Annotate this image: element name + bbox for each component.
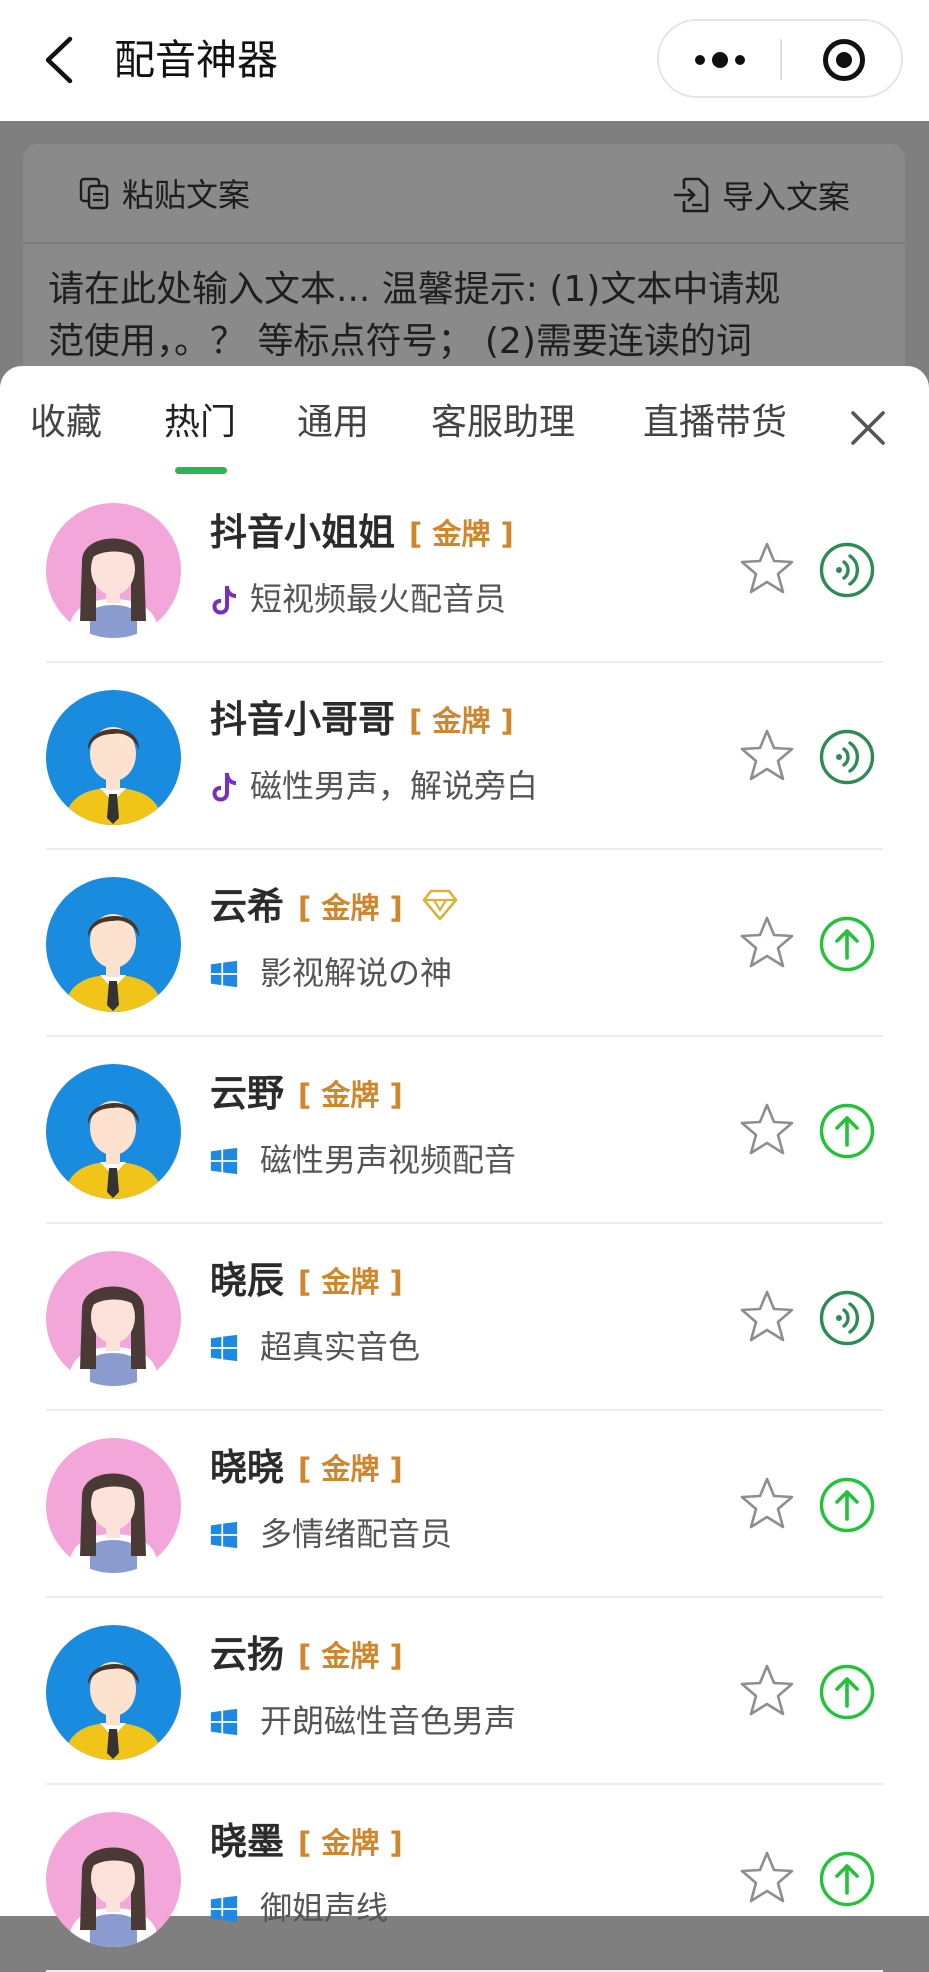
voice-name: 抖音小姐姐 [210, 511, 395, 554]
gold-badge: [ 金牌 ] [298, 1826, 403, 1860]
paste-text-button[interactable]: 粘贴文案 [78, 166, 250, 220]
female-avatar [46, 1812, 181, 1947]
star-icon[interactable] [738, 1475, 796, 1533]
play-sound-icon[interactable] [819, 1290, 875, 1346]
text-input-area[interactable]: 请在此处输入文本... 温馨提示: (1)文本中请规 范使用，。？ 等标点符号；… [48, 264, 888, 368]
page-title: 配音神器 [114, 36, 278, 84]
play-sound-icon[interactable] [819, 729, 875, 785]
voice-name: 晓辰 [210, 1259, 284, 1302]
star-icon[interactable] [738, 914, 796, 972]
tab-popular[interactable]: 热门 [164, 398, 236, 448]
gold-badge: [ 金牌 ] [298, 1639, 403, 1673]
tab-customer-service[interactable]: 客服助理 [431, 398, 575, 448]
gold-badge: [ 金牌 ] [298, 1078, 403, 1112]
upload-arrow-icon[interactable] [819, 1664, 875, 1720]
windows-icon [210, 1334, 238, 1362]
voice-row[interactable]: 云希 [ 金牌 ] 影视解说の神 [0, 850, 929, 1037]
voice-name: 云希 [210, 885, 284, 928]
import-text-label: 导入文案 [721, 178, 850, 216]
star-icon[interactable] [738, 1101, 796, 1159]
tiktok-icon [212, 586, 236, 615]
voice-description: 磁性男声，解说旁白 [250, 767, 539, 805]
windows-icon [210, 1708, 238, 1736]
tiktok-icon [212, 773, 236, 802]
star-icon[interactable] [738, 540, 796, 598]
windows-icon [210, 1147, 238, 1175]
voice-picker-sheet: 收藏 热门 通用 客服助理 直播带货 抖音小姐姐 [ 金牌 ] 短视频最火配音员… [0, 366, 929, 1972]
windows-icon [210, 1521, 238, 1549]
male-avatar [46, 1625, 181, 1760]
play-sound-icon[interactable] [819, 542, 875, 598]
more-dots-icon[interactable] [694, 50, 746, 70]
windows-icon [210, 960, 238, 988]
voice-row[interactable]: 晓晓 [ 金牌 ] 多情绪配音员 [0, 1411, 929, 1598]
gold-badge: [ 金牌 ] [298, 1452, 403, 1486]
tab-favorites[interactable]: 收藏 [30, 398, 102, 448]
category-tabs: 收藏 热门 通用 客服助理 直播带货 [0, 366, 929, 476]
upload-arrow-icon[interactable] [819, 1477, 875, 1533]
voice-description: 磁性男声视频配音 [260, 1141, 517, 1179]
voice-description: 多情绪配音员 [260, 1515, 453, 1553]
voice-row[interactable]: 云野 [ 金牌 ] 磁性男声视频配音 [0, 1037, 929, 1224]
voice-row[interactable]: 云扬 [ 金牌 ] 开朗磁性音色男声 [0, 1598, 929, 1785]
gold-badge: [ 金牌 ] [409, 517, 514, 551]
male-avatar [46, 690, 181, 825]
capsule-divider [780, 39, 782, 80]
gold-badge: [ 金牌 ] [409, 704, 514, 738]
nav-bar: 配音神器 [0, 0, 929, 121]
voice-name: 抖音小哥哥 [210, 698, 395, 741]
upload-arrow-icon[interactable] [819, 1103, 875, 1159]
clipboard-icon [79, 177, 109, 210]
import-file-icon [673, 177, 709, 213]
voice-name: 晓墨 [210, 1820, 284, 1863]
close-icon[interactable] [850, 410, 886, 446]
voice-name: 晓晓 [210, 1446, 284, 1489]
upload-arrow-icon[interactable] [819, 1851, 875, 1907]
mini-program-capsule [657, 19, 903, 98]
voice-row[interactable]: 晓辰 [ 金牌 ] 超真实音色 [0, 1224, 929, 1411]
voice-description: 影视解说の神 [260, 954, 453, 992]
voice-description: 超真实音色 [260, 1328, 421, 1366]
windows-icon [210, 1895, 238, 1923]
star-icon[interactable] [738, 1288, 796, 1346]
male-avatar [46, 877, 181, 1012]
voice-name: 云野 [210, 1072, 284, 1115]
editor-toolbar: 粘贴文案 导入文案 [23, 144, 905, 244]
female-avatar [46, 1251, 181, 1386]
female-avatar [46, 503, 181, 638]
voice-description: 短视频最火配音员 [250, 580, 507, 618]
upload-arrow-icon[interactable] [819, 916, 875, 972]
tab-general[interactable]: 通用 [297, 398, 369, 448]
voice-description: 御姐声线 [260, 1889, 389, 1927]
paste-text-label: 粘贴文案 [122, 176, 251, 214]
placeholder-line: 范使用，。？ 等标点符号； (2)需要连读的词 [48, 321, 752, 362]
placeholder-line: 请在此处输入文本... 温馨提示: (1)文本中请规 [48, 269, 781, 310]
gold-badge: [ 金牌 ] [298, 1265, 403, 1299]
voice-row[interactable]: 抖音小哥哥 [ 金牌 ] 磁性男声，解说旁白 [0, 663, 929, 850]
gold-badge: [ 金牌 ] [298, 891, 403, 925]
star-icon[interactable] [738, 1849, 796, 1907]
active-tab-indicator [175, 467, 227, 474]
voice-row[interactable]: 晓墨 [ 金牌 ] 御姐声线 [0, 1785, 929, 1972]
star-icon[interactable] [738, 727, 796, 785]
tab-live-sales[interactable]: 直播带货 [643, 398, 787, 448]
star-icon[interactable] [738, 1662, 796, 1720]
import-text-button[interactable]: 导入文案 [672, 168, 850, 222]
voice-name: 云扬 [210, 1633, 284, 1676]
voice-row[interactable]: 抖音小姐姐 [ 金牌 ] 短视频最火配音员 [0, 476, 929, 663]
voice-description: 开朗磁性音色男声 [260, 1702, 517, 1740]
chevron-left-icon[interactable] [40, 33, 80, 87]
male-avatar [46, 1064, 181, 1199]
target-circle-icon[interactable] [822, 38, 866, 82]
diamond-icon [422, 889, 458, 921]
female-avatar [46, 1438, 181, 1573]
